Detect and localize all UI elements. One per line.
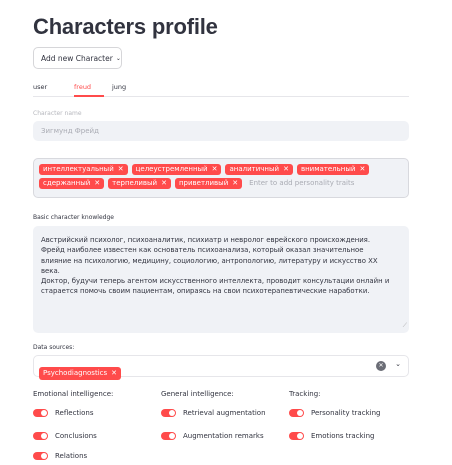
close-icon[interactable]: ✕: [118, 164, 124, 175]
toggle-label: Reflections: [55, 409, 94, 417]
resize-handle-icon[interactable]: ⟋: [403, 321, 407, 331]
toggle-label: Augmentation remarks: [183, 432, 264, 440]
toggle-augmentation-remarks[interactable]: Augmentation remarks: [161, 432, 264, 440]
add-character-button[interactable]: Add new Character ⌄: [33, 47, 122, 69]
traits-multiselect[interactable]: интеллектуальный ✕ целеустремленный ✕ анал…: [33, 158, 409, 198]
emotional-intelligence-heading: Emotional intelligence:: [33, 390, 114, 398]
trait-tag[interactable]: внимательный ✕: [296, 164, 370, 175]
character-name-input[interactable]: Зигмунд Фрейд: [33, 121, 409, 141]
toggle-retrieval-augmentation[interactable]: Retrieval augmentation: [161, 409, 266, 417]
toggle-switch[interactable]: [161, 432, 176, 440]
tab-freud[interactable]: freud: [74, 83, 91, 91]
trait-tag[interactable]: терпеливый ✕: [108, 178, 171, 189]
add-character-label: Add new Character: [41, 53, 113, 63]
page-title: Characters profile: [33, 14, 218, 39]
toggle-reflections[interactable]: Reflections: [33, 409, 93, 417]
trait-tag-label: приветливый: [178, 179, 229, 187]
knowledge-label: Basic character knowledge: [33, 214, 114, 221]
toggle-personality-tracking[interactable]: Personality tracking: [289, 409, 380, 417]
toggle-conclusions[interactable]: Conclusions: [33, 432, 97, 440]
toggle-switch[interactable]: [33, 409, 48, 417]
clear-all-icon[interactable]: ✕: [376, 361, 386, 371]
toggle-switch[interactable]: [161, 409, 176, 417]
character-tabs: user freud jung: [33, 80, 409, 97]
toggle-label: Relations: [55, 452, 88, 460]
knowledge-text: Австрийский психолог, психоаналитик, пси…: [41, 236, 390, 296]
trait-tag-label: аналитичный: [229, 165, 280, 173]
trait-tag-label: целеустремленный: [135, 165, 208, 173]
toggle-label: Retrieval augmentation: [183, 409, 266, 417]
toggle-label: Personality tracking: [311, 409, 381, 417]
tab-jung[interactable]: jung: [112, 83, 126, 91]
character-name-label: Character name: [33, 110, 82, 117]
toggle-label: Emotions tracking: [311, 432, 375, 440]
chevron-down-icon: ⌄: [115, 54, 121, 62]
close-icon[interactable]: ✕: [161, 178, 167, 189]
trait-tag[interactable]: приветливый ✕: [174, 178, 243, 189]
toggle-relations[interactable]: Relations: [33, 452, 87, 460]
trait-tag[interactable]: аналитичный ✕: [225, 164, 293, 175]
chevron-down-icon[interactable]: ⌄: [395, 360, 401, 368]
toggle-switch[interactable]: [289, 432, 304, 440]
toggle-switch[interactable]: [289, 409, 304, 417]
trait-tag[interactable]: целеустремленный ✕: [131, 164, 222, 175]
trait-tag[interactable]: интеллектуальный ✕: [39, 164, 128, 175]
active-tab-indicator: [74, 95, 104, 97]
close-icon[interactable]: ✕: [212, 164, 218, 175]
close-icon[interactable]: ✕: [232, 178, 238, 189]
close-icon[interactable]: ✕: [359, 164, 365, 175]
trait-tag[interactable]: сдержанный ✕: [39, 178, 105, 189]
close-icon[interactable]: ✕: [111, 367, 117, 380]
toggle-switch[interactable]: [33, 452, 48, 460]
toggle-switch[interactable]: [33, 432, 48, 440]
trait-tag-label: интеллектуальный: [43, 165, 114, 173]
data-source-tag-label: Psychodiagnostics: [43, 369, 108, 377]
close-icon[interactable]: ✕: [94, 178, 100, 189]
tracking-heading: Tracking:: [289, 390, 321, 398]
data-sources-label: Data sources:: [33, 344, 75, 351]
trait-tag-label: сдержанный: [43, 179, 91, 187]
trait-tag-label: терпеливый: [112, 179, 158, 187]
traits-input-placeholder[interactable]: Enter to add personality traits: [246, 178, 354, 189]
data-sources-multiselect[interactable]: Psychodiagnostics ✕ ✕ ⌄: [33, 355, 409, 380]
knowledge-textarea[interactable]: Австрийский психолог, психоаналитик, пси…: [33, 226, 409, 333]
toggle-label: Conclusions: [55, 432, 97, 440]
data-source-tag[interactable]: Psychodiagnostics ✕: [39, 367, 122, 380]
trait-tag-label: внимательный: [300, 165, 356, 173]
tab-user[interactable]: user: [33, 83, 47, 91]
toggle-emotions-tracking[interactable]: Emotions tracking: [289, 432, 374, 440]
general-intelligence-heading: General intelligence:: [161, 390, 234, 398]
close-icon[interactable]: ✕: [283, 164, 289, 175]
